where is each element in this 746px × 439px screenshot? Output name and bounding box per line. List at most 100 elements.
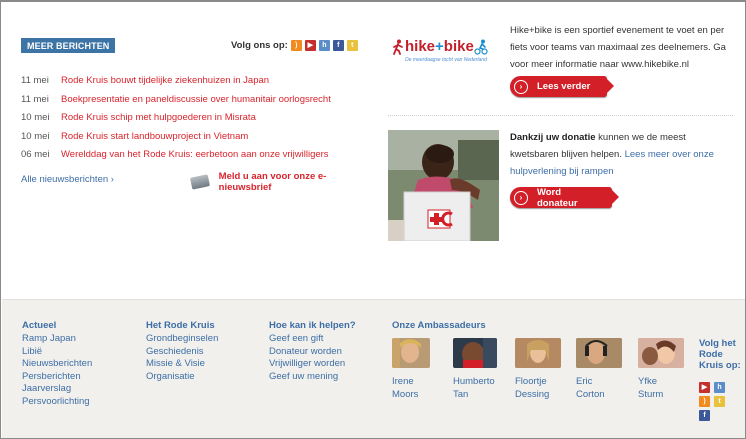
avatar-image xyxy=(576,338,622,368)
lees-verder-button[interactable]: › Lees verder xyxy=(510,76,614,97)
footer-col-actueel: Actueel Ramp Japan Libië Nieuwsberichten… xyxy=(22,320,92,408)
avatar xyxy=(515,338,561,368)
footer-link[interactable]: Persvoorlichting xyxy=(22,396,92,409)
page-frame: MEER BERICHTEN Volg ons op: ) ▶ h f t 11… xyxy=(0,0,746,439)
footer-col-helpen: Hoe kan ik helpen? Geef een gift Donateu… xyxy=(269,320,356,383)
news-date: 10 mei xyxy=(21,112,50,123)
hikebike-description: Hike+bike is een sportief evenement te v… xyxy=(510,25,726,70)
news-date: 11 mei xyxy=(21,75,49,86)
hikebike-logo-text: hike + bike xyxy=(391,38,501,55)
word-donateur-button[interactable]: › Word donateur xyxy=(510,186,619,209)
word-donateur-label: Word donateur xyxy=(536,186,578,209)
section-divider xyxy=(388,115,733,116)
donatie-description: Dankzij uw donatie kunnen we de meest kw… xyxy=(510,129,736,180)
volg-ons: Volg ons op: ) ▶ h f t xyxy=(231,40,358,51)
news-item: 11 mei Boekpresentatie en paneldiscussie … xyxy=(21,94,381,113)
logo-bike: bike xyxy=(443,38,474,55)
footer-link[interactable]: Geef uw mening xyxy=(269,371,356,384)
volg-ons-label: Volg ons op: xyxy=(231,40,288,51)
footer-link[interactable]: Ramp Japan xyxy=(22,333,92,346)
avatar xyxy=(392,338,430,368)
donatie-photo[interactable] xyxy=(388,130,499,241)
lees-verder-label: Lees verder xyxy=(537,81,591,92)
ambassadeurs-title: Onze Ambassadeurs xyxy=(392,320,486,331)
footer-link[interactable]: Organisatie xyxy=(146,371,218,384)
avatar-image xyxy=(515,338,561,368)
alle-nieuwsberichten-link[interactable]: Alle nieuwsberichten › xyxy=(21,174,114,185)
hyves-icon[interactable]: h xyxy=(714,382,725,393)
chevron-right-icon: › xyxy=(108,174,114,185)
footer-link[interactable]: Missie & Visie xyxy=(146,358,218,371)
news-title-link[interactable]: Werelddag van het Rode Kruis: eerbetoon … xyxy=(61,149,329,168)
ambassador-yfke-sturm[interactable]: Yfke Sturm xyxy=(638,338,688,401)
footer-link[interactable]: Donateur worden xyxy=(269,346,356,359)
news-date: 11 mei xyxy=(21,93,49,105)
volg-het-rode-kruis-label: Volg het Rode Kruis op: xyxy=(699,338,741,371)
footer-link[interactable]: Libië xyxy=(22,346,92,359)
news-title-link[interactable]: Rode Kruis start landbouwproject in Viet… xyxy=(61,131,248,150)
button-arrow xyxy=(612,190,619,204)
rss-icon[interactable]: ) xyxy=(290,40,302,51)
news-date: 10 mei xyxy=(21,130,50,142)
newsletter-mail-icon xyxy=(189,174,210,190)
button-arrow xyxy=(607,79,614,93)
footer-col-title[interactable]: Hoe kan ik helpen? xyxy=(269,320,356,331)
footer-col-title[interactable]: Actueel xyxy=(22,320,92,331)
newsletter-signup[interactable]: Meld u aan voor onze e-nieuwsbrief xyxy=(189,171,376,193)
hyves-icon[interactable]: h xyxy=(318,40,330,51)
ambassador-humberto-tan[interactable]: Humberto Tan xyxy=(453,338,503,401)
facebook-icon[interactable]: f xyxy=(699,410,710,421)
footer-col-title[interactable]: Het Rode Kruis xyxy=(146,320,218,331)
news-title-link[interactable]: Rode Kruis schip met hulpgoederen in Mis… xyxy=(61,112,256,131)
ambassador-floortje-dessing[interactable]: Floortje Dessing xyxy=(515,338,565,401)
ambassador-name: Irene Moors xyxy=(392,376,419,400)
meer-berichten-button[interactable]: MEER BERICHTEN xyxy=(21,38,116,53)
avatar-image xyxy=(392,338,421,368)
hikebike-logo[interactable]: hike + bike De meerdaagse tocht van Nederl… xyxy=(391,38,501,72)
newsletter-link[interactable]: Meld u aan voor onze e-nieuwsbrief xyxy=(219,171,376,193)
chevron-right-icon: › xyxy=(514,190,528,205)
news-list: 11 mei Rode Kruis bouwt tijdelijke zieken… xyxy=(21,75,381,168)
donatie-bold: Dankzij uw donatie xyxy=(510,132,596,143)
footer-link[interactable]: Nieuwsberichten xyxy=(22,358,92,371)
ambassador-name: Yfke Sturm xyxy=(638,376,664,400)
youtube-icon[interactable]: ▶ xyxy=(699,382,710,393)
avatar xyxy=(453,338,497,368)
logo-plus: + xyxy=(435,38,444,55)
rss-icon[interactable]: ) xyxy=(699,396,710,407)
news-item: 10 mei Rode Kruis start landbouwproject i… xyxy=(21,131,381,150)
news-title-link[interactable]: Rode Kruis bouwt tijdelijke ziekenhuizen… xyxy=(61,75,269,94)
footer-link[interactable]: Persberichten xyxy=(22,371,92,384)
footer-link[interactable]: Geschiedenis xyxy=(146,346,218,359)
news-item: 11 mei Rode Kruis bouwt tijdelijke zieken… xyxy=(21,75,381,94)
footer-link[interactable]: Grondbeginselen xyxy=(146,333,218,346)
avatar-image xyxy=(462,338,497,368)
avatar-image xyxy=(638,338,684,368)
avatar xyxy=(638,338,684,368)
footer-link[interactable]: Vrijwilliger worden xyxy=(269,358,356,371)
ambassador-eric-corton[interactable]: Eric Corton xyxy=(576,338,626,401)
hikebike-tagline: De meerdaagse tocht van Nederland xyxy=(405,57,487,63)
twitter-icon[interactable]: t xyxy=(714,396,725,407)
footer-link[interactable]: Jaarverslag xyxy=(22,383,92,396)
news-date: 06 mei xyxy=(21,149,50,160)
news-item: 10 mei Rode Kruis schip met hulpgoederen … xyxy=(21,112,381,131)
donatie-photo-image xyxy=(388,130,499,241)
youtube-icon[interactable]: ▶ xyxy=(304,40,316,51)
ambassador-irene-moors[interactable]: Irene Moors xyxy=(392,338,442,401)
cyclist-icon xyxy=(474,39,488,55)
footer: Actueel Ramp Japan Libië Nieuwsberichten… xyxy=(2,299,745,438)
footer-link[interactable]: Geef een gift xyxy=(269,333,356,346)
avatar xyxy=(576,338,622,368)
alle-label: Alle nieuwsberichten xyxy=(21,174,109,185)
news-title-link[interactable]: Boekpresentatie en paneldiscussie over h… xyxy=(61,94,331,113)
footer-col-het-rode-kruis: Het Rode Kruis Grondbeginselen Geschiede… xyxy=(146,320,218,383)
twitter-icon[interactable]: t xyxy=(346,40,358,51)
facebook-icon[interactable]: f xyxy=(332,40,344,51)
ambassador-name: Floortje Dessing xyxy=(515,376,550,400)
logo-hike: hike xyxy=(405,38,436,55)
news-item: 06 mei Werelddag van het Rode Kruis: eerb… xyxy=(21,149,381,168)
walker-icon xyxy=(393,39,403,55)
ambassador-name: Eric Corton xyxy=(576,376,605,400)
ambassador-name: Humberto Tan xyxy=(453,376,495,400)
